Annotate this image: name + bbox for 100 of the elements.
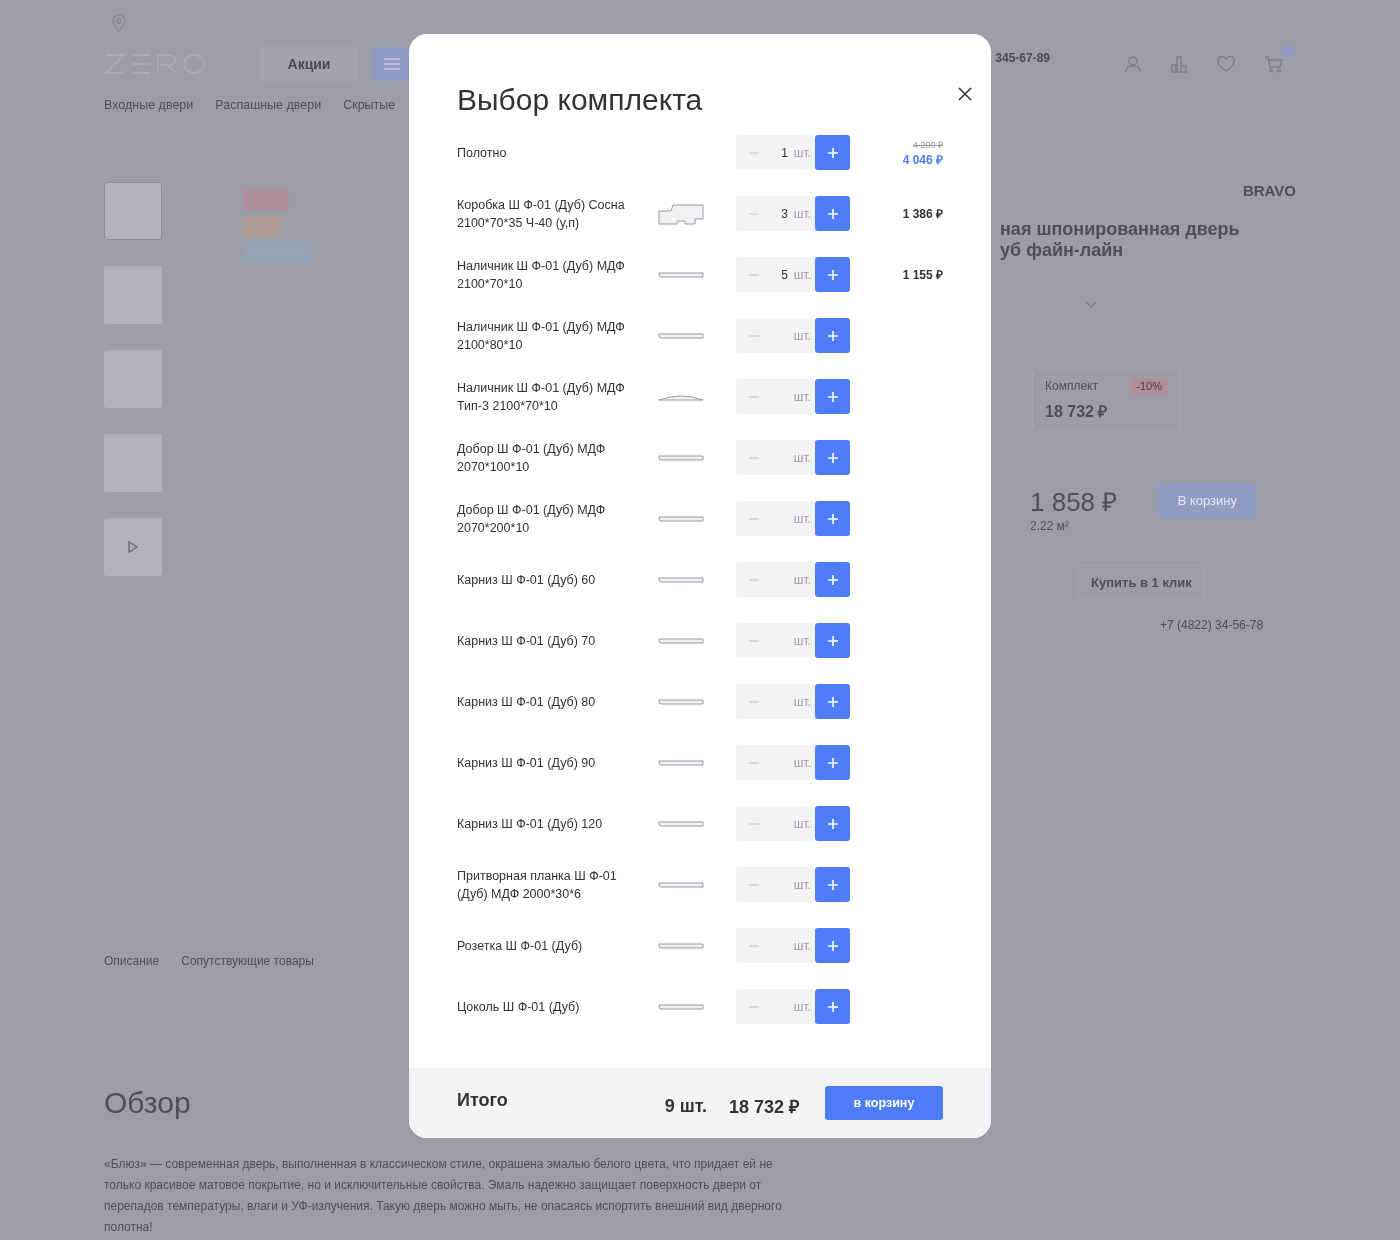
increase-button[interactable] bbox=[815, 318, 850, 353]
one-click-button[interactable]: Купить в 1 клик bbox=[1078, 565, 1205, 599]
trim-profile-icon bbox=[658, 880, 704, 889]
product-price: 1 858 ₽ bbox=[1030, 486, 1118, 519]
description-paragraph: «Блюз» — современная дверь, выполненная в классическом стиле, окрашена эмалью белого цвета, что придает ей не только красивое матовое покрытие, но и исключительные свойства. Эмаль надежно защищает поверхность двери от перепадов температуры, влаги и УФ-излучения. Такую дверь можно мыть, не опасаясь испортить внешний вид дверного полотна! bbox=[104, 1156, 783, 1236]
modal-title: Выбор комплекта bbox=[457, 82, 703, 118]
item-price: 1 386 ₽ bbox=[902, 206, 943, 222]
cart-badge bbox=[1282, 45, 1294, 57]
item-name: Полотно bbox=[457, 144, 508, 162]
brand-logo: BRAVO bbox=[1242, 182, 1296, 199]
arched-profile-icon bbox=[658, 392, 704, 401]
promo-button[interactable]: Акции bbox=[260, 47, 358, 81]
increase-button[interactable] bbox=[815, 745, 850, 780]
cart-icon[interactable] bbox=[1264, 55, 1284, 73]
plus-icon bbox=[827, 513, 838, 524]
increase-button[interactable] bbox=[815, 867, 850, 902]
phone-number: +7 (4822) 34-56-78 bbox=[1160, 618, 1264, 632]
trim-profile-icon bbox=[658, 636, 704, 645]
product-title: уб файн-лайн bbox=[1000, 240, 1125, 261]
increase-button[interactable] bbox=[815, 379, 850, 414]
phone-number: 345-67-89 bbox=[995, 51, 1050, 65]
increase-button[interactable] bbox=[815, 196, 850, 231]
item-name: Карниз Ш Ф-01 (Дуб) 70 bbox=[457, 632, 597, 650]
user-icon[interactable] bbox=[1124, 55, 1142, 73]
plus-icon bbox=[827, 147, 838, 158]
nav-link[interactable]: Входные двери bbox=[104, 98, 194, 112]
section-heading: Обзор bbox=[104, 1086, 191, 1120]
increase-button[interactable] bbox=[815, 501, 850, 536]
old-price: 4 200 ₽ bbox=[912, 138, 943, 151]
item-name: Карниз Ш Ф-01 (Дуб) 80 bbox=[457, 693, 597, 711]
thumbnail[interactable] bbox=[104, 182, 162, 240]
increase-button[interactable] bbox=[815, 989, 850, 1024]
plus-icon bbox=[827, 269, 838, 280]
trim-profile-icon bbox=[658, 819, 704, 828]
trim-profile-icon bbox=[658, 941, 704, 950]
set-price: 18 732 ₽ bbox=[1045, 402, 1109, 422]
product-title: ная шпонированная дверь bbox=[1000, 219, 1241, 240]
increase-button[interactable] bbox=[815, 440, 850, 475]
trim-profile-icon bbox=[658, 758, 704, 767]
total-sum: 18 732 ₽ bbox=[728, 1096, 799, 1118]
increase-button[interactable] bbox=[815, 562, 850, 597]
trim-profile-icon bbox=[658, 575, 704, 584]
frame-profile-icon bbox=[658, 202, 704, 225]
plus-icon bbox=[827, 208, 838, 219]
plus-icon bbox=[827, 330, 838, 341]
trim-profile-icon bbox=[658, 331, 704, 340]
plus-icon bbox=[827, 818, 838, 829]
plus-icon bbox=[827, 391, 838, 402]
menu-icon bbox=[384, 58, 400, 70]
item-name: Цоколь Ш Ф-01 (Дуб) bbox=[457, 998, 581, 1016]
item-name: Наличник Ш Ф-01 (Дуб) МДФ Тип-3 2100*70*10 bbox=[457, 379, 626, 415]
item-name: Притворная планка Ш Ф-01 (Дуб) МДФ 2000*30*6 bbox=[457, 867, 618, 903]
increase-button[interactable] bbox=[815, 806, 850, 841]
increase-button[interactable] bbox=[815, 684, 850, 719]
close-icon bbox=[958, 87, 972, 101]
heart-icon[interactable] bbox=[1216, 55, 1236, 73]
chevron-down-icon[interactable] bbox=[1085, 301, 1097, 309]
plus-icon bbox=[827, 635, 838, 646]
area-text: 2.22 м² bbox=[1030, 519, 1070, 533]
item-name: Наличник Ш Ф-01 (Дуб) МДФ 2100*80*10 bbox=[457, 318, 626, 354]
set-label: Комплект bbox=[1045, 379, 1098, 393]
nav-link[interactable]: Распашные двери bbox=[215, 98, 322, 112]
tab[interactable]: Описание bbox=[104, 954, 160, 968]
trim-profile-icon bbox=[658, 453, 704, 462]
increase-button[interactable] bbox=[815, 257, 850, 292]
trim-profile-icon bbox=[658, 1002, 704, 1011]
item-name: Розетка Ш Ф-01 (Дуб) bbox=[457, 937, 584, 955]
increase-button[interactable] bbox=[815, 928, 850, 963]
plus-icon bbox=[827, 696, 838, 707]
item-name: Коробка Ш Ф-01 (Дуб) Сосна 2100*70*35 Ч-40 (у,п) bbox=[457, 196, 626, 232]
compare-icon[interactable] bbox=[1170, 55, 1188, 73]
add-to-cart-button[interactable]: в корзину bbox=[825, 1086, 943, 1120]
close-button[interactable] bbox=[958, 87, 972, 101]
set-option-card[interactable]: Комплект -10% 18 732 ₽ bbox=[1032, 369, 1180, 431]
item-name: Добор Ш Ф-01 (Дуб) МДФ 2070*200*10 bbox=[457, 501, 607, 537]
play-icon bbox=[128, 541, 138, 553]
plus-icon bbox=[827, 940, 838, 951]
trim-profile-icon bbox=[658, 697, 704, 706]
trim-profile-icon bbox=[658, 514, 704, 523]
item-name: Карниз Ш Ф-01 (Дуб) 90 bbox=[457, 754, 597, 772]
plus-icon bbox=[827, 1001, 838, 1012]
plus-icon bbox=[827, 879, 838, 890]
item-name: Добор Ш Ф-01 (Дуб) МДФ 2070*100*10 bbox=[457, 440, 607, 476]
total-label: Итого bbox=[457, 1089, 509, 1111]
plus-icon bbox=[827, 757, 838, 768]
item-name: Наличник Ш Ф-01 (Дуб) МДФ 2100*70*10 bbox=[457, 257, 626, 293]
increase-button[interactable] bbox=[815, 623, 850, 658]
discount-badge: -10% bbox=[1131, 378, 1167, 394]
trim-profile-icon bbox=[658, 270, 704, 279]
nav-link[interactable]: Скрытые bbox=[343, 98, 396, 112]
item-name: Карниз Ш Ф-01 (Дуб) 120 bbox=[457, 815, 604, 833]
thumbnail[interactable] bbox=[104, 518, 162, 576]
tab[interactable]: Сопутствующие товары bbox=[181, 954, 314, 968]
plus-icon bbox=[827, 574, 838, 585]
item-price: 1 155 ₽ bbox=[902, 267, 943, 283]
plus-icon bbox=[827, 452, 838, 463]
increase-button[interactable] bbox=[815, 135, 850, 170]
item-price: 4 046 ₽ bbox=[902, 151, 943, 168]
add-to-cart-button[interactable]: В корзину bbox=[1157, 483, 1258, 518]
item-name: Карниз Ш Ф-01 (Дуб) 60 bbox=[457, 571, 597, 589]
